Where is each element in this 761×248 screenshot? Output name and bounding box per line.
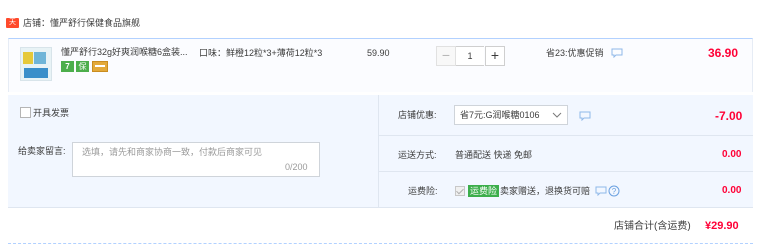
- char-counter: 0/200: [285, 162, 308, 172]
- chat-bubble-icon[interactable]: [579, 111, 591, 121]
- unit-price: 59.90: [367, 48, 390, 58]
- shipping-method-value: 普通配送 快递 免邮: [455, 150, 533, 160]
- seven-day-return-icon[interactable]: 7: [61, 61, 74, 72]
- chat-bubble-icon[interactable]: [611, 48, 623, 58]
- shipping-amount: 0.00: [722, 149, 742, 160]
- shop-total-value: ¥29.90: [705, 220, 739, 232]
- store-name-link[interactable]: 店铺：懂严舒行保健食品旗舰: [23, 18, 140, 29]
- promotion-text: 省23:优惠促销: [546, 48, 604, 58]
- shop-discount-selected[interactable]: 省7元:G润喉糖0106: [460, 110, 540, 121]
- shipping-insurance-amount: 0.00: [722, 185, 742, 196]
- guarantee-shield-icon[interactable]: 保: [76, 61, 89, 72]
- panel-bottom-divider: [8, 207, 753, 208]
- quantity-increase-button[interactable]: +: [485, 46, 505, 66]
- shipping-method-label: 运送方式:: [398, 150, 437, 160]
- chat-bubble-icon[interactable]: [595, 186, 607, 196]
- dashed-separator: [8, 243, 753, 244]
- quantity-input[interactable]: 1: [456, 46, 484, 66]
- shipping-insurance-label: 运费险:: [408, 186, 438, 196]
- shop-discount-label: 店铺优惠:: [398, 110, 437, 120]
- chevron-down-icon[interactable]: [552, 110, 562, 120]
- shop-total-label: 店铺合计(含运费): [614, 221, 691, 232]
- shipping-insurance-checkbox: [455, 186, 465, 196]
- row-divider: [379, 135, 753, 136]
- quantity-decrease-button[interactable]: −: [436, 46, 456, 66]
- shipping-insurance-text: 卖家赠送，退换货可赔: [500, 186, 591, 196]
- store-tmall-tag: 天猫: [6, 18, 19, 36]
- seller-message-label: 给卖家留言:: [18, 146, 66, 156]
- help-circle-icon[interactable]: ?: [608, 185, 620, 197]
- product-sku: 口味：鲜橙12粒*3+薄荷12粒*3: [199, 48, 323, 58]
- row-divider: [379, 171, 753, 172]
- product-thumbnail[interactable]: [20, 47, 52, 81]
- shop-discount-amount: -7.00: [715, 109, 743, 123]
- shipping-insurance-badge: 运费险: [468, 185, 500, 197]
- product-title-link[interactable]: 懂严舒行32g好爽润喉糖6盒装...: [61, 47, 193, 58]
- seller-message-placeholder: 选填，请先和商家协商一致，付款后商家可见: [82, 147, 263, 157]
- item-subtotal: 36.90: [708, 46, 739, 60]
- credit-card-icon[interactable]: [92, 61, 108, 72]
- svg-text:?: ?: [612, 187, 617, 196]
- invoice-checkbox[interactable]: [20, 107, 31, 118]
- invoice-label[interactable]: 开具发票: [33, 108, 69, 119]
